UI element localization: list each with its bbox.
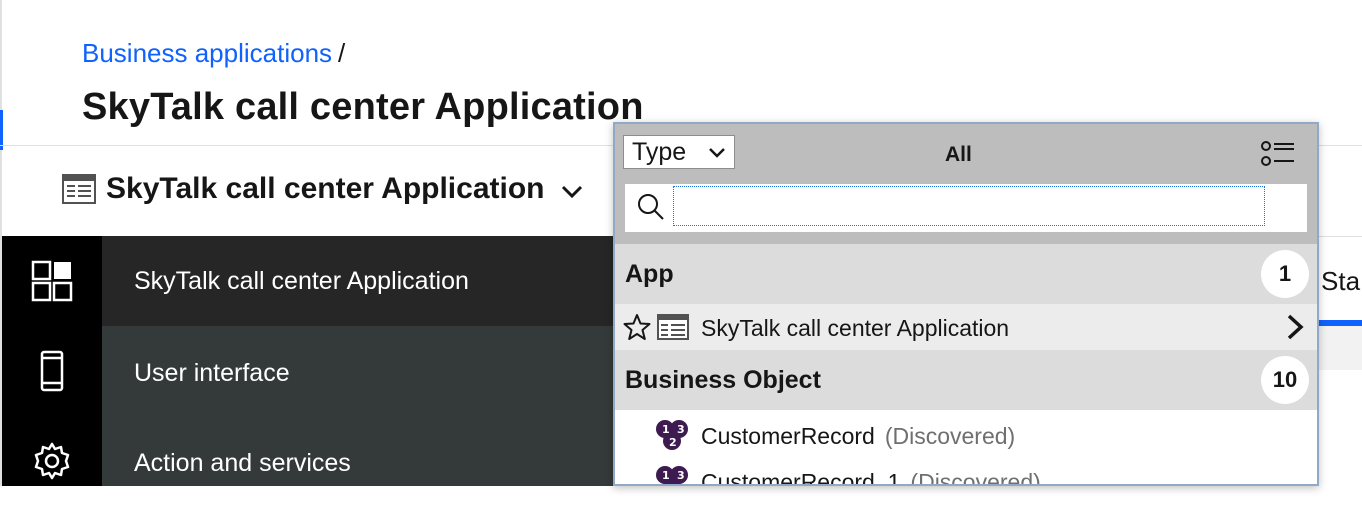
search-icon <box>638 194 664 220</box>
group-name: App <box>625 259 674 288</box>
svg-text:2: 2 <box>669 482 677 486</box>
popup-header: Type All <box>615 124 1317 184</box>
breadcrumb-link-business-applications[interactable]: Business applications <box>82 38 332 68</box>
business-object-icon: 1 3 2 <box>656 466 688 486</box>
list-filter-icon[interactable] <box>1261 140 1295 168</box>
tab-bar-border <box>1318 236 1362 237</box>
app-switcher-label: SkyTalk call center Application <box>106 172 545 205</box>
icon-rail <box>2 236 102 486</box>
table-app-icon <box>657 314 689 340</box>
tab-partial-label[interactable]: Sta <box>1321 266 1360 297</box>
type-select[interactable]: Type <box>623 135 735 169</box>
rail-item-user-interface[interactable] <box>2 326 102 416</box>
search-row <box>615 184 1317 244</box>
item-name-text: CustomerRecord_1 <box>701 469 901 486</box>
group-header-business-object[interactable]: Business Object 10 <box>615 350 1317 410</box>
item-name-text: CustomerRecord <box>701 423 875 449</box>
rail-item-actions[interactable] <box>2 416 102 506</box>
group-name: Business Object <box>625 365 821 394</box>
group-header-app[interactable]: App 1 <box>615 244 1317 304</box>
rail-item-dashboard[interactable] <box>2 236 102 326</box>
app-switcher[interactable]: SkyTalk call center Application <box>62 172 585 206</box>
table-header-strip <box>1318 326 1362 370</box>
menu-item-user-interface[interactable]: User interface <box>102 328 622 418</box>
item-status: (Discovered) <box>884 423 1016 449</box>
list-item-business-object[interactable]: 1 3 2 CustomerRecord_1 (Discovered) <box>615 458 1317 486</box>
chevron-right-icon[interactable] <box>1283 313 1307 341</box>
item-name: SkyTalk call center Application <box>701 315 1010 341</box>
side-menu: SkyTalk call center Application User int… <box>102 236 622 486</box>
menu-item-application[interactable]: SkyTalk call center Application <box>102 236 622 326</box>
table-app-icon <box>62 174 96 204</box>
star-icon[interactable] <box>623 313 651 341</box>
group-count-badge: 10 <box>1261 356 1309 404</box>
breadcrumb: Business applications / <box>82 38 345 69</box>
search-input[interactable] <box>673 186 1265 226</box>
chevron-down-icon <box>709 148 725 158</box>
svg-text:3: 3 <box>677 423 685 436</box>
menu-item-action-and-services[interactable]: Action and services <box>102 418 622 508</box>
mobile-device-icon <box>40 350 64 392</box>
item-name: CustomerRecord (Discovered) <box>701 423 1015 450</box>
artifact-picker-popup: Type All App 1 SkyTalk call center Appli… <box>613 122 1319 486</box>
svg-text:2: 2 <box>669 436 677 449</box>
dashboard-icon <box>31 260 73 302</box>
search-box <box>625 184 1307 232</box>
type-select-value: Type <box>632 137 687 166</box>
item-name: CustomerRecord_1 (Discovered) <box>701 469 1041 486</box>
list-item-business-object[interactable]: 1 3 2 CustomerRecord (Discovered) <box>615 412 1317 458</box>
group-count-badge: 1 <box>1261 250 1309 298</box>
filter-label: All <box>945 143 972 166</box>
gear-icon <box>34 442 70 480</box>
left-edge-accent <box>0 110 3 150</box>
business-object-icon: 1 3 2 <box>656 420 688 450</box>
list-item-app[interactable]: SkyTalk call center Application <box>615 304 1317 350</box>
svg-text:1: 1 <box>662 469 670 482</box>
page-title: SkyTalk call center Application <box>82 86 644 128</box>
chevron-down-icon <box>561 185 582 199</box>
item-status: (Discovered) <box>910 469 1041 486</box>
svg-text:1: 1 <box>662 423 670 436</box>
breadcrumb-separator: / <box>338 38 346 68</box>
svg-text:3: 3 <box>677 469 685 482</box>
